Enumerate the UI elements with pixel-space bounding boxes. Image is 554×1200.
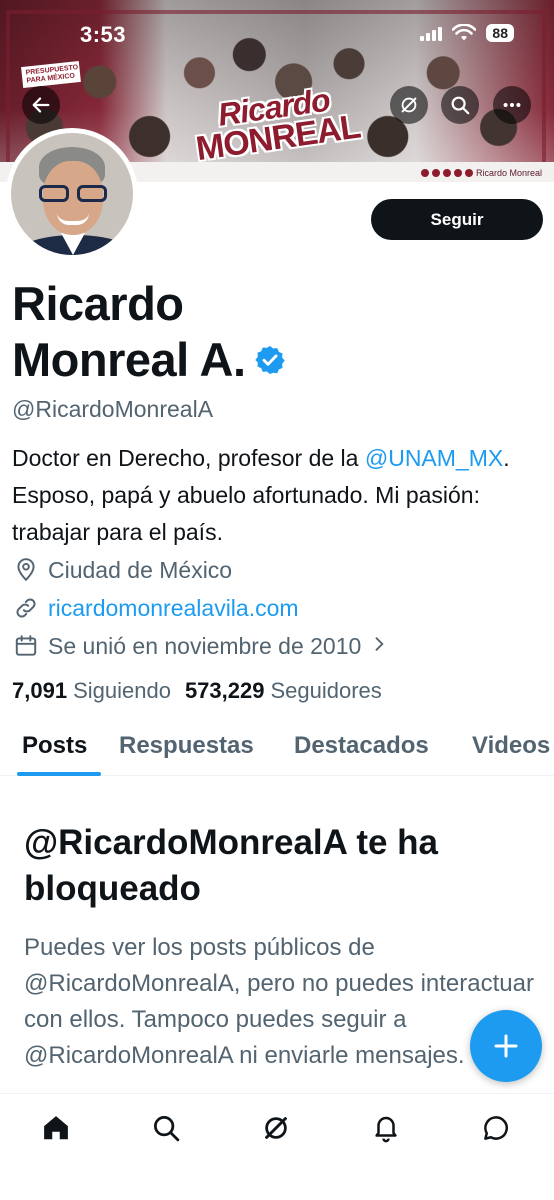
- compose-button[interactable]: [470, 1010, 542, 1082]
- nav-notifications[interactable]: [366, 1108, 406, 1148]
- location-pin-icon: [12, 556, 40, 584]
- tab-videos[interactable]: Videos: [472, 732, 550, 760]
- blocked-title: @RicardoMonrealA te ha bloqueado: [24, 823, 439, 908]
- profile-website: ricardomonrealavila.com: [12, 594, 299, 622]
- profile-name: Ricardo Monreal A.: [12, 276, 286, 392]
- blocked-message: Puedes ver los posts públicos de @Ricard…: [24, 934, 534, 1069]
- profile-tabs: Posts Respuestas Destacados Videos: [0, 724, 554, 776]
- followers-stat[interactable]: 573,229 Seguidores: [185, 678, 382, 704]
- tab-posts[interactable]: Posts: [22, 732, 87, 760]
- profile-joined[interactable]: Se unió en noviembre de 2010: [12, 632, 389, 660]
- profile-name-line2: Monreal A.: [12, 333, 246, 386]
- home-icon: [44, 1116, 68, 1140]
- tab-highlights[interactable]: Destacados: [294, 732, 429, 760]
- nav-messages[interactable]: [476, 1108, 516, 1148]
- search-icon: [451, 96, 470, 115]
- avatar-photo: [11, 133, 133, 255]
- signal-icon: [420, 25, 443, 41]
- website-link[interactable]: ricardomonrealavila.com: [48, 595, 299, 622]
- followers-count: 573,229: [184, 678, 265, 703]
- active-tab-indicator: [17, 772, 101, 776]
- banner-signature-text: Ricardo Monreal: [475, 168, 542, 178]
- following-label: Siguiendo: [73, 678, 171, 703]
- tab-replies[interactable]: Respuestas: [119, 732, 254, 760]
- bio-text-start: Doctor en Derecho, profesor de la: [12, 445, 365, 471]
- verified-badge-icon[interactable]: [254, 332, 286, 388]
- link-icon: [12, 594, 40, 622]
- nav-home[interactable]: [36, 1108, 76, 1148]
- wifi-icon: [452, 24, 477, 41]
- status-time: 3:53: [80, 22, 127, 47]
- back-button[interactable]: [22, 86, 60, 124]
- followers-label: Seguidores: [270, 678, 382, 703]
- profile-handle: @RicardoMonrealA: [12, 396, 214, 422]
- more-icon: [503, 102, 521, 108]
- bio-mention-link[interactable]: @UNAM_MX: [365, 445, 503, 471]
- search-button[interactable]: [441, 86, 479, 124]
- more-button[interactable]: [493, 86, 531, 124]
- messages-icon: [484, 1116, 508, 1140]
- profile-bio: Doctor en Derecho, profesor de la @UNAM_…: [12, 440, 548, 551]
- grok-button[interactable]: [390, 86, 428, 124]
- profile-name-line1: Ricardo: [12, 277, 184, 330]
- bell-icon: [375, 1116, 397, 1143]
- plus-icon: [494, 1034, 518, 1058]
- nav-grok[interactable]: [256, 1108, 296, 1148]
- arrow-left-icon: [32, 97, 50, 113]
- status-bar: 3:53 88: [0, 0, 554, 60]
- avatar[interactable]: [6, 128, 138, 260]
- location-text: Ciudad de México: [48, 556, 233, 583]
- banner-signature: Ricardo Monreal: [420, 168, 542, 178]
- follow-button[interactable]: Seguir: [371, 199, 543, 240]
- following-stat[interactable]: 7,091 Siguiendo: [12, 678, 171, 704]
- battery-indicator: 88: [486, 24, 514, 42]
- bottom-navigation: [0, 1093, 554, 1200]
- grok-icon: [401, 97, 417, 113]
- following-count: 7,091: [12, 678, 68, 703]
- status-indicators: 88: [420, 24, 514, 42]
- follow-counts: 7,091 Siguiendo 573,229 Seguidores: [12, 678, 382, 704]
- chevron-right-icon: [369, 633, 389, 660]
- search-icon: [154, 1116, 180, 1142]
- grok-icon: [265, 1117, 287, 1139]
- joined-text: Se unió en noviembre de 2010: [48, 632, 362, 659]
- profile-location: Ciudad de México: [12, 556, 232, 584]
- nav-search[interactable]: [146, 1108, 186, 1148]
- calendar-icon: [12, 632, 40, 660]
